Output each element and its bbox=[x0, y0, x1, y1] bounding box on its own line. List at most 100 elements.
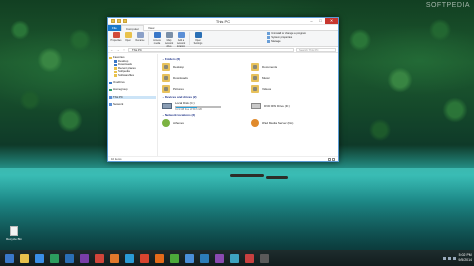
documents-folder-icon bbox=[251, 63, 259, 71]
taskbar-app4-button[interactable] bbox=[227, 251, 241, 265]
nav-item-icon bbox=[114, 63, 117, 67]
uninstall-program-link[interactable]: Uninstall or change a program bbox=[267, 32, 306, 35]
clock[interactable]: 5:02 PM 9/5/2014 bbox=[458, 253, 472, 263]
nav-item-icon bbox=[109, 88, 112, 92]
system-properties-link[interactable]: System properties bbox=[267, 36, 306, 39]
volume-icon[interactable] bbox=[448, 256, 452, 260]
taskbar-firefox-button[interactable] bbox=[152, 251, 166, 265]
manage-icon bbox=[267, 40, 271, 43]
chrome-icon bbox=[139, 253, 149, 263]
network-drive-icon bbox=[165, 32, 173, 38]
folder-videos[interactable]: Videos bbox=[251, 85, 334, 93]
folder-desktop[interactable]: Desktop bbox=[162, 63, 245, 71]
taskbar-ie-button[interactable] bbox=[32, 251, 46, 265]
drive-info: Local Disk (C:) 31.9 GB free of 59.6 GB bbox=[175, 101, 221, 111]
navigation-pane[interactable]: Favorites Desktop Downloads Recent places So… bbox=[108, 54, 158, 156]
rename-icon bbox=[136, 32, 144, 38]
taskbar-app2-button[interactable] bbox=[197, 251, 211, 265]
rename-button[interactable]: Rename bbox=[134, 32, 146, 45]
media-icon bbox=[94, 253, 104, 263]
taskbar-music-button[interactable] bbox=[107, 251, 121, 265]
network-icon[interactable] bbox=[443, 256, 447, 260]
drive-local-disk[interactable]: Local Disk (C:) 31.9 GB free of 59.6 GB bbox=[162, 101, 245, 111]
section-title: Network locations (2) bbox=[164, 113, 196, 118]
back-button[interactable]: ← bbox=[110, 48, 114, 52]
section-title: Devices and drives (2) bbox=[164, 95, 197, 99]
address-field[interactable]: This PC bbox=[128, 47, 294, 52]
taskbar-mail-button[interactable] bbox=[62, 251, 76, 265]
boat bbox=[230, 174, 264, 177]
folder-label: Pictures bbox=[173, 87, 184, 91]
nav-item-icon bbox=[109, 56, 112, 60]
details-view-icon[interactable] bbox=[328, 158, 331, 161]
title-bar[interactable]: This PC – □ ✕ bbox=[108, 18, 338, 25]
network-location-icon bbox=[177, 32, 185, 38]
button-label: Access media bbox=[153, 39, 161, 45]
tiles-view-icon[interactable] bbox=[332, 158, 335, 161]
taskbar-app6-button[interactable] bbox=[257, 251, 271, 265]
search-input[interactable]: Search This PC bbox=[296, 47, 336, 52]
nav-item-icon bbox=[114, 67, 117, 70]
folder-label: Music bbox=[262, 76, 270, 80]
taskbar-store-button[interactable] bbox=[47, 251, 61, 265]
folders-header[interactable]: ⌄ Folders (6) bbox=[162, 57, 334, 61]
taskbar-explorer-button[interactable] bbox=[17, 251, 31, 265]
taskbar-utorrent-button[interactable] bbox=[167, 251, 181, 265]
nav-item-icon bbox=[114, 60, 117, 63]
nav-item-icon bbox=[109, 81, 112, 85]
drive-dvd[interactable]: DVD RW Drive (D:) bbox=[251, 101, 334, 111]
map-network-drive-button[interactable]: Map network drive bbox=[163, 32, 175, 48]
folder-documents[interactable]: Documents bbox=[251, 63, 334, 71]
access-media-button[interactable]: Access media bbox=[151, 32, 163, 45]
taskbar-chrome-button[interactable] bbox=[137, 251, 151, 265]
close-button[interactable]: ✕ bbox=[325, 18, 338, 24]
taskbar-app1-button[interactable] bbox=[182, 251, 196, 265]
taskbar-app3-button[interactable] bbox=[212, 251, 226, 265]
devices-grid: Local Disk (C:) 31.9 GB free of 59.6 GB … bbox=[162, 101, 334, 111]
content-pane[interactable]: ⌄ Folders (6) Desktop Documents Download… bbox=[158, 54, 338, 156]
manage-link[interactable]: Manage bbox=[267, 40, 306, 43]
folder-music[interactable]: Music bbox=[251, 74, 334, 82]
folder-label: Videos bbox=[262, 87, 272, 91]
recycle-bin-icon[interactable]: Recycle Bin bbox=[4, 226, 24, 241]
drive-label: Local Disk (C:) bbox=[175, 101, 195, 105]
flag-icon[interactable] bbox=[453, 256, 457, 260]
maximize-button[interactable]: □ bbox=[316, 18, 325, 24]
open-button[interactable]: Open bbox=[122, 32, 134, 45]
properties-icon bbox=[112, 32, 120, 38]
forward-button[interactable]: → bbox=[116, 48, 120, 52]
up-button[interactable]: ↑ bbox=[122, 48, 126, 52]
tab-computer[interactable]: Computer bbox=[120, 24, 145, 31]
add-network-location-button[interactable]: Add a network location bbox=[175, 32, 187, 48]
skype-icon bbox=[124, 253, 134, 263]
tab-view[interactable]: View bbox=[144, 25, 158, 31]
taskbar-app5-button[interactable] bbox=[242, 251, 256, 265]
taskbar-media-button[interactable] bbox=[92, 251, 106, 265]
folder-pictures[interactable]: Pictures bbox=[162, 85, 245, 93]
sidebar-item[interactable]: Network bbox=[109, 102, 156, 107]
properties-button[interactable]: Properties bbox=[110, 32, 122, 45]
folder-downloads[interactable]: Downloads bbox=[162, 74, 245, 82]
explorer-window[interactable]: This PC – □ ✕ File Computer View Propert… bbox=[107, 17, 339, 162]
minimize-button[interactable]: – bbox=[307, 18, 316, 24]
link-label: Uninstall or change a program bbox=[271, 32, 306, 35]
explorer-body: Favorites Desktop Downloads Recent places So… bbox=[108, 54, 338, 156]
mail-icon bbox=[64, 253, 74, 263]
network-grid: Athenex iPad Media Server (Do) bbox=[162, 119, 334, 128]
network-location-ipad[interactable]: iPad Media Server (Do) bbox=[251, 119, 334, 128]
media-icon bbox=[153, 32, 161, 38]
tab-file[interactable]: File bbox=[108, 24, 121, 31]
open-settings-button[interactable]: Open Settings bbox=[192, 32, 204, 45]
taskbar-start-button[interactable] bbox=[2, 251, 16, 265]
taskbar-photos-button[interactable] bbox=[77, 251, 91, 265]
devices-header[interactable]: ⌄ Devices and drives (2) bbox=[162, 95, 334, 99]
network-header[interactable]: ⌄ Network locations (2) bbox=[162, 113, 334, 117]
drive-label: DVD RW Drive (D:) bbox=[264, 104, 290, 109]
ie-icon bbox=[34, 253, 44, 263]
network-location-athenex[interactable]: Athenex bbox=[162, 119, 245, 128]
music-folder-icon bbox=[251, 74, 259, 82]
app1-icon bbox=[184, 253, 194, 263]
button-label: Rename bbox=[135, 39, 145, 42]
taskbar-skype-button[interactable] bbox=[122, 251, 136, 265]
folder-label: Documents bbox=[262, 65, 278, 69]
